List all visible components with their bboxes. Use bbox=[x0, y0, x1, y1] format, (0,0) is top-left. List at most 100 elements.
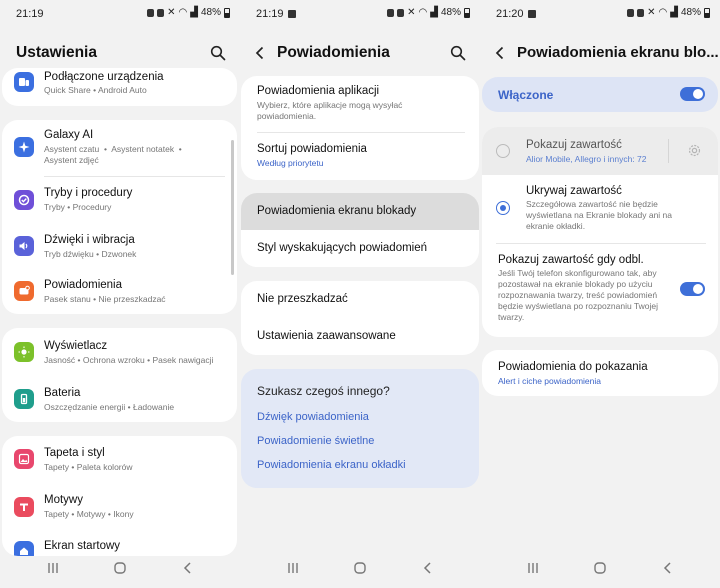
battery-settings-icon bbox=[14, 389, 34, 409]
notification-mini-icon bbox=[157, 8, 165, 17]
settings-item-sounds[interactable]: Dźwięki i wibracja Tryb dźwięku • Dzwone… bbox=[2, 223, 237, 269]
battery-percent: 48% bbox=[440, 7, 461, 18]
looking-for-something-else-card: Szukasz czegoś innego? Dźwięk powiadomie… bbox=[241, 369, 479, 488]
enabled-toggle[interactable] bbox=[680, 87, 705, 101]
link-notification-light[interactable]: Powiadomienie świetlne bbox=[257, 435, 374, 447]
search-icon[interactable] bbox=[450, 45, 466, 61]
back-nav-icon[interactable] bbox=[660, 560, 676, 576]
image-notification-icon bbox=[287, 10, 296, 18]
item-subtitle: Wybierz, które aplikacje mogą wysyłać po… bbox=[257, 100, 403, 121]
settings-group-appearance: Tapeta i styl Tapety • Paleta kolorów Mo… bbox=[2, 436, 237, 556]
settings-item-subtitle: Asystent czatu • Asystent notatek • Asys… bbox=[44, 144, 182, 165]
back-arrow-icon[interactable] bbox=[492, 45, 508, 61]
settings-item-galaxy-ai[interactable]: Galaxy AI Asystent czatu • Asystent nota… bbox=[2, 120, 237, 176]
settings-item-display[interactable]: Wyświetlacz Jasność • Ochrona wzroku • P… bbox=[2, 328, 237, 375]
show-content-option[interactable]: Pokazuj zawartość Alior Mobile, Allegro … bbox=[482, 127, 718, 175]
item-subtitle: Jeśli Twój telefon skonfigurowano tak, a… bbox=[498, 268, 659, 322]
do-not-disturb-item[interactable]: Nie przeszkadzać bbox=[241, 281, 479, 318]
settings-item-title: Tapeta i styl bbox=[44, 447, 105, 459]
gear-icon[interactable] bbox=[687, 143, 702, 158]
home-icon[interactable] bbox=[592, 560, 608, 576]
battery-icon bbox=[704, 7, 710, 18]
settings-item-subtitle: Tryb dźwięku • Dzwonek bbox=[44, 249, 137, 259]
battery-icon bbox=[224, 7, 230, 18]
back-nav-icon[interactable] bbox=[180, 560, 196, 576]
header: Ustawienia bbox=[0, 40, 240, 66]
link-notification-sound[interactable]: Dźwięk powiadomienia bbox=[257, 411, 369, 423]
status-icons: ✕ ◠ ▟ 48% bbox=[387, 7, 470, 18]
home-icon[interactable] bbox=[352, 560, 368, 576]
settings-screen: 21:19 ✕ ◠ ▟ 48% Ustawienia Podłączone ur… bbox=[0, 0, 240, 588]
popup-style-item[interactable]: Styl wyskakujących powiadomień bbox=[241, 230, 479, 267]
settings-item-subtitle: Oszczędzanie energii • Ładowanie bbox=[44, 402, 175, 412]
settings-item-title: Powiadomienia bbox=[44, 279, 122, 291]
settings-group-display: Wyświetlacz Jasność • Ochrona wzroku • P… bbox=[2, 328, 237, 422]
show-content-radio[interactable] bbox=[496, 144, 510, 158]
notification-mini-icon bbox=[637, 8, 645, 17]
notifications-card-more: Nie przeszkadzać Ustawienia zaawansowane bbox=[241, 281, 479, 355]
item-subtitle: Alert i ciche powiadomienia bbox=[498, 376, 601, 386]
signal-icon: ▟ bbox=[670, 7, 678, 18]
settings-item-battery[interactable]: Bateria Oszczędzanie energii • Ładowanie bbox=[2, 375, 237, 422]
hide-content-option[interactable]: Ukrywaj zawartość Szczegółowa zawartość … bbox=[482, 175, 718, 243]
settings-item-subtitle: Quick Share • Android Auto bbox=[44, 85, 147, 95]
settings-item-modes-routines[interactable]: Tryby i procedury Tryby • Procedury bbox=[2, 177, 237, 223]
unlock-toggle[interactable] bbox=[680, 282, 705, 296]
wifi-icon: ◠ bbox=[178, 7, 188, 18]
item-title: Powiadomienia do pokazania bbox=[498, 361, 648, 373]
wifi-icon: ◠ bbox=[418, 7, 428, 18]
status-bar: 21:20 ✕ ◠ ▟ 48% bbox=[480, 0, 720, 26]
enabled-label: Włączone bbox=[498, 88, 554, 102]
settings-item-subtitle: Pasek stanu • Nie przeszkadzać bbox=[44, 294, 166, 304]
settings-item-title: Ekran startowy bbox=[44, 540, 121, 552]
show-content-when-unlocked-item[interactable]: Pokazuj zawartość gdy odbl. Jeśli Twój t… bbox=[482, 244, 718, 337]
back-arrow-icon[interactable] bbox=[252, 45, 268, 61]
vertical-divider bbox=[668, 139, 669, 163]
search-icon[interactable] bbox=[210, 45, 226, 61]
item-title: Ustawienia zaawansowane bbox=[257, 330, 396, 342]
notifications-screen: 21:19 ✕ ◠ ▟ 48% Powiadomienia Powiadomie… bbox=[240, 0, 480, 588]
settings-item-themes[interactable]: Motywy Tapety • Motywy • Ikony bbox=[2, 483, 237, 530]
recents-icon[interactable] bbox=[525, 560, 541, 576]
looking-title: Szukasz czegoś innego? bbox=[257, 384, 390, 398]
recents-icon[interactable] bbox=[285, 560, 301, 576]
notifications-card-main: Powiadomienia aplikacji Wybierz, które a… bbox=[241, 76, 479, 180]
item-title: Pokazuj zawartość gdy odbl. bbox=[498, 254, 644, 266]
settings-item-title: Galaxy AI bbox=[44, 129, 94, 141]
back-nav-icon[interactable] bbox=[420, 560, 436, 576]
settings-item-connected-devices[interactable]: Podłączone urządzenia Quick Share • Andr… bbox=[2, 68, 237, 106]
hide-content-radio[interactable] bbox=[496, 201, 510, 215]
mute-icon: ✕ bbox=[167, 7, 176, 18]
lock-screen-notifications-screen: 21:20 ✕ ◠ ▟ 48% Powiadomienia ekranu blo… bbox=[480, 0, 720, 588]
settings-group-connections: Podłączone urządzenia Quick Share • Andr… bbox=[2, 68, 237, 106]
home-icon[interactable] bbox=[112, 560, 128, 576]
item-title: Nie przeszkadzać bbox=[257, 293, 348, 305]
settings-item-title: Wyświetlacz bbox=[44, 340, 108, 352]
settings-item-subtitle: Jasność • Ochrona wzroku • Pasek nawigac… bbox=[44, 355, 214, 365]
item-title: Styl wyskakujących powiadomień bbox=[257, 242, 428, 254]
status-bar: 21:19 ✕ ◠ ▟ 48% bbox=[240, 0, 480, 26]
notifications-to-show-item[interactable]: Powiadomienia do pokazania Alert i ciche… bbox=[482, 350, 718, 396]
notification-mini-icon bbox=[387, 8, 395, 17]
mute-icon: ✕ bbox=[647, 7, 656, 18]
scrollbar[interactable] bbox=[231, 140, 234, 275]
settings-item-subtitle: Tapety • Paleta kolorów bbox=[44, 462, 133, 472]
sort-notifications-item[interactable]: Sortuj powiadomienia Według priorytetu bbox=[241, 133, 479, 180]
wallpaper-icon bbox=[14, 449, 34, 469]
settings-item-title: Dźwięki i wibracja bbox=[44, 234, 135, 246]
settings-item-subtitle: Tapety • Motywy • Ikony bbox=[44, 509, 134, 519]
notifications-card-style: Powiadomienia ekranu blokady Styl wyskak… bbox=[241, 193, 479, 267]
enabled-master-switch[interactable]: Włączone bbox=[482, 77, 718, 112]
signal-icon: ▟ bbox=[190, 7, 198, 18]
app-notifications-item[interactable]: Powiadomienia aplikacji Wybierz, które a… bbox=[241, 76, 479, 132]
advanced-settings-item[interactable]: Ustawienia zaawansowane bbox=[241, 318, 479, 355]
settings-item-wallpaper[interactable]: Tapeta i styl Tapety • Paleta kolorów bbox=[2, 436, 237, 483]
link-cover-screen-notifications[interactable]: Powiadomienia ekranu okładki bbox=[257, 459, 406, 471]
lock-screen-notifications-item[interactable]: Powiadomienia ekranu blokady bbox=[241, 193, 479, 230]
recents-icon[interactable] bbox=[45, 560, 61, 576]
header: Powiadomienia ekranu blo... bbox=[480, 40, 720, 66]
item-title: Sortuj powiadomienia bbox=[257, 143, 367, 155]
status-icons: ✕ ◠ ▟ 48% bbox=[627, 7, 710, 18]
settings-item-notifications[interactable]: Powiadomienia Pasek stanu • Nie przeszka… bbox=[2, 269, 237, 314]
item-title: Powiadomienia aplikacji bbox=[257, 85, 380, 97]
